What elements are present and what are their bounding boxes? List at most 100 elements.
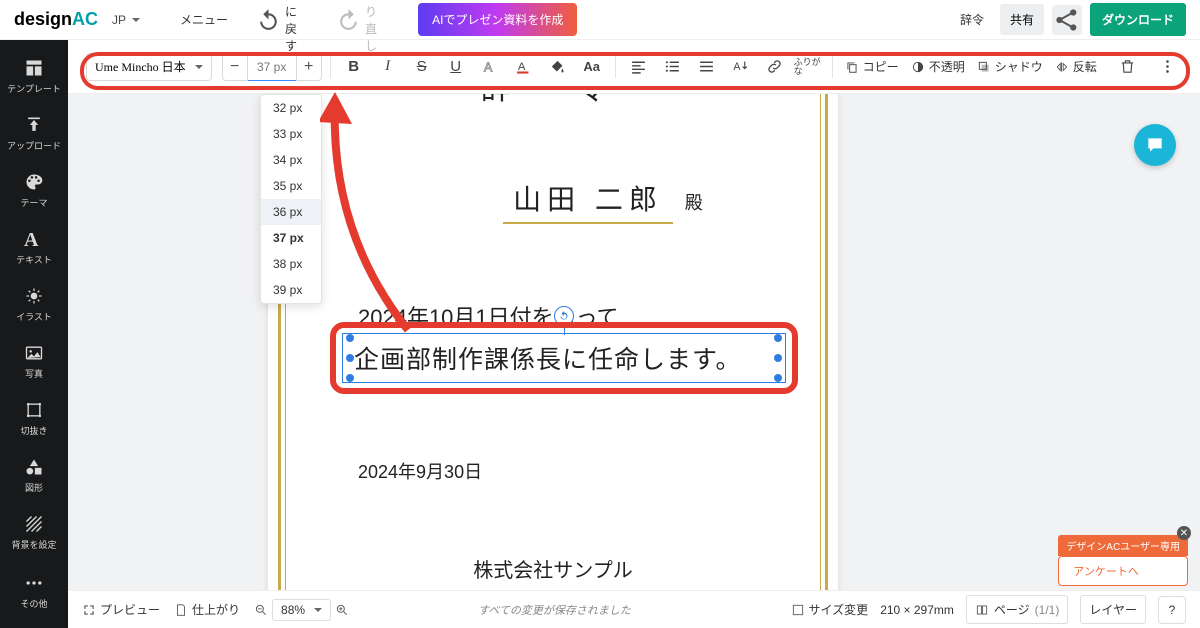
text-case-button[interactable]: Aa [577, 52, 607, 82]
line-spacing-icon [698, 58, 715, 75]
help-button[interactable]: ? [1158, 596, 1186, 624]
survey-close[interactable]: ✕ [1177, 526, 1191, 540]
flip-button[interactable]: 反転 [1051, 58, 1101, 75]
sidebar-item-other[interactable]: その他 [0, 563, 68, 620]
layer-button[interactable]: レイヤー [1080, 595, 1146, 624]
copy-button[interactable]: コピー [841, 58, 903, 75]
logo-text: design [14, 9, 72, 30]
resize-label: サイズ変更 [809, 601, 869, 618]
font-size-decrease[interactable]: − [222, 53, 248, 81]
spacing-button[interactable] [692, 52, 722, 82]
download-button[interactable]: ダウンロード [1090, 3, 1186, 36]
size-option[interactable]: 34 px [261, 147, 321, 173]
language-selector[interactable]: JP [112, 13, 140, 27]
ruby-button[interactable]: ふりがな [794, 52, 824, 82]
redo-icon [336, 7, 361, 32]
font-size-dropdown[interactable]: 32 px 33 px 34 px 35 px 36 px 37 px 38 p… [260, 94, 322, 304]
fill-color-button[interactable] [543, 52, 573, 82]
align-left-icon [630, 58, 647, 75]
finish-button[interactable]: 仕上がり [174, 601, 240, 618]
selection-rotate-handle[interactable] [554, 306, 574, 326]
doc-selected-text[interactable]: 企画部制作課係長に任命します。 [350, 338, 778, 378]
italic-button[interactable]: I [373, 52, 403, 82]
share-nodes-icon [1052, 5, 1082, 35]
sidebar-item-photo[interactable]: 写真 [0, 333, 68, 390]
align-left-button[interactable] [624, 52, 654, 82]
chat-fab[interactable] [1134, 124, 1176, 166]
selection-handle[interactable] [346, 334, 354, 342]
sidebar-item-crop[interactable]: 切抜き [0, 390, 68, 447]
list-button[interactable] [658, 52, 688, 82]
sidebar-item-illust[interactable]: イラスト [0, 276, 68, 333]
sidebar-item-theme[interactable]: テーマ [0, 162, 68, 219]
zoom-out-icon[interactable] [254, 603, 268, 617]
page-dimensions: 210 × 297mm [880, 603, 954, 617]
text-outline-button[interactable]: A [475, 52, 505, 82]
underline-button[interactable]: U [441, 52, 471, 82]
sparkle-icon [24, 286, 44, 306]
doc-title[interactable]: 辞 令 [328, 94, 778, 108]
sidebar-label: アップロード [7, 139, 61, 152]
link-icon [766, 58, 783, 75]
document-page[interactable]: 辞 令 山田 二郎 殿 2024年10月1日付をもって 企画部制作課係長に任命し… [268, 94, 838, 590]
size-option[interactable]: 32 px [261, 95, 321, 121]
font-size-increase[interactable]: + [296, 53, 322, 81]
size-option[interactable]: 36 px [261, 199, 321, 225]
opacity-button[interactable]: 不透明 [907, 58, 969, 75]
selection-handle[interactable] [346, 374, 354, 382]
shapes-icon [24, 457, 44, 477]
text-color-button[interactable]: A [509, 52, 539, 82]
doc-issue-date[interactable]: 2024年9月30日 [358, 458, 778, 484]
zoom-select[interactable]: 88% [272, 599, 331, 621]
page-selector[interactable]: ページ(1/1) [966, 595, 1068, 624]
canvas-area[interactable]: 辞 令 山田 二郎 殿 2024年10月1日付をもって 企画部制作課係長に任命し… [68, 94, 1200, 590]
selection-handle[interactable] [346, 354, 354, 362]
doc-company[interactable]: 株式会社サンプル [328, 554, 778, 583]
left-sidebar: テンプレート アップロード テーマ Aテキスト イラスト 写真 切抜き 図形 背… [0, 40, 68, 628]
logo[interactable]: designAC [14, 9, 98, 30]
link-button[interactable] [760, 52, 790, 82]
size-option-current[interactable]: 37 px [261, 225, 321, 251]
jirei-link[interactable]: 辞令 [952, 5, 992, 34]
sidebar-item-text[interactable]: Aテキスト [0, 219, 68, 276]
font-size-input[interactable] [248, 53, 296, 81]
bold-button[interactable]: B [339, 52, 369, 82]
selection-handle[interactable] [774, 374, 782, 382]
sidebar-item-shape[interactable]: 図形 [0, 447, 68, 504]
doc-recipient-suffix[interactable]: 殿 [685, 189, 703, 215]
chat-icon [1145, 135, 1165, 155]
menu-button[interactable]: メニュー [180, 11, 228, 28]
sidebar-item-background[interactable]: 背景を設定 [0, 504, 68, 561]
size-option[interactable]: 35 px [261, 173, 321, 199]
size-option[interactable]: 38 px [261, 251, 321, 277]
delete-button[interactable] [1113, 52, 1143, 82]
vertical-text-button[interactable]: A [726, 52, 756, 82]
preview-button[interactable]: プレビュー [82, 601, 160, 618]
selection-handle[interactable] [774, 354, 782, 362]
shadow-label: シャドウ [995, 58, 1043, 75]
doc-name-row: 山田 二郎 殿 [428, 178, 778, 224]
doc-recipient-name[interactable]: 山田 二郎 [503, 178, 673, 224]
resize-button[interactable]: サイズ変更 [791, 601, 869, 618]
share-button[interactable]: 共有 [1000, 4, 1044, 35]
survey-link[interactable]: アンケートへ [1058, 556, 1188, 586]
more-button[interactable] [1152, 52, 1182, 82]
vertical-text-icon: A [732, 58, 749, 75]
image-icon [24, 343, 44, 363]
zoom-in-icon[interactable] [335, 603, 349, 617]
doc-icon [174, 603, 188, 617]
font-family-selector[interactable]: Ume Mincho 日本 [86, 53, 212, 81]
selection-handle[interactable] [774, 334, 782, 342]
svg-text:A: A [484, 59, 493, 74]
size-option[interactable]: 39 px [261, 277, 321, 303]
share-icon-button[interactable] [1052, 5, 1082, 35]
sidebar-item-upload[interactable]: アップロード [0, 105, 68, 162]
sidebar-label: テーマ [20, 196, 47, 209]
sidebar-item-template[interactable]: テンプレート [0, 48, 68, 105]
ai-presentation-button[interactable]: AIでプレゼン資料を作成 [418, 3, 577, 36]
shadow-button[interactable]: シャドウ [973, 58, 1047, 75]
size-option[interactable]: 33 px [261, 121, 321, 147]
survey-widget: ✕ デザインACユーザー専用 アンケートへ [1058, 535, 1188, 586]
strike-button[interactable]: S [407, 52, 437, 82]
opacity-label: 不透明 [929, 58, 965, 75]
